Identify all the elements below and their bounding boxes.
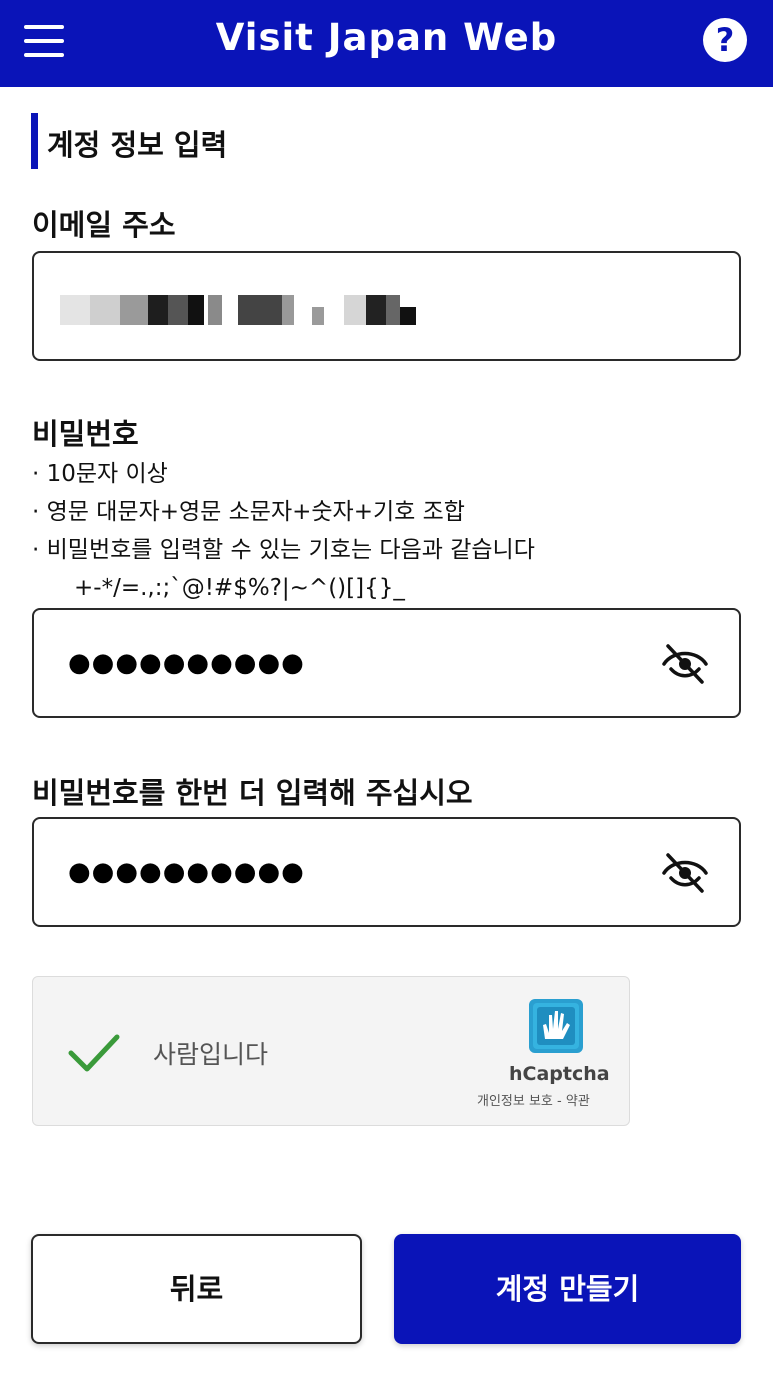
- password-masked-value: ●●●●●●●●●●: [68, 648, 305, 678]
- section-accent-bar: [31, 113, 38, 169]
- confirm-password-label: 비밀번호를 한번 더 입력해 주십시오: [32, 776, 473, 810]
- create-account-button[interactable]: 계정 만들기: [394, 1234, 741, 1344]
- terms-link[interactable]: 약관: [566, 1094, 590, 1109]
- eye-slash-icon[interactable]: [661, 642, 709, 686]
- hcaptcha-brand: hCaptcha: [509, 1063, 610, 1085]
- hcaptcha-widget: 사람입니다 hCaptcha 개인정보 보호 - 약관: [32, 976, 630, 1126]
- link-separator: -: [552, 1094, 566, 1109]
- privacy-link[interactable]: 개인정보 보호: [477, 1094, 553, 1109]
- back-button[interactable]: 뒤로: [31, 1234, 362, 1344]
- checkmark-icon[interactable]: [67, 1031, 121, 1075]
- help-icon[interactable]: ?: [703, 18, 747, 62]
- email-field[interactable]: [32, 251, 741, 361]
- confirm-password-masked-value: ●●●●●●●●●●: [68, 857, 305, 887]
- password-rule: · 영문 대문자+영문 소문자+숫자+기호 조합: [32, 499, 465, 525]
- password-field[interactable]: ●●●●●●●●●●: [32, 608, 741, 718]
- app-title: Visit Japan Web: [215, 16, 558, 59]
- email-label: 이메일 주소: [32, 208, 176, 242]
- captcha-status-text: 사람입니다: [153, 1040, 269, 1069]
- section-title: 계정 정보 입력: [47, 128, 228, 162]
- confirm-password-field[interactable]: ●●●●●●●●●●: [32, 817, 741, 927]
- email-redacted-value: [60, 295, 416, 325]
- hcaptcha-links: 개인정보 보호 - 약관: [477, 1090, 590, 1109]
- password-rules: · 10문자 이상 · 영문 대문자+영문 소문자+숫자+기호 조합 · 비밀번…: [32, 455, 535, 607]
- eye-slash-icon[interactable]: [661, 851, 709, 895]
- allowed-symbols: +-*/=.,:;`@!#$%?|~^()[]{}_: [74, 575, 405, 601]
- hcaptcha-logo-icon: [529, 999, 583, 1053]
- password-rule: · 10문자 이상: [32, 461, 168, 487]
- password-label: 비밀번호: [32, 417, 139, 451]
- app-header: Visit Japan Web ?: [0, 0, 773, 87]
- password-rule: · 비밀번호를 입력할 수 있는 기호는 다음과 같습니다: [32, 537, 535, 563]
